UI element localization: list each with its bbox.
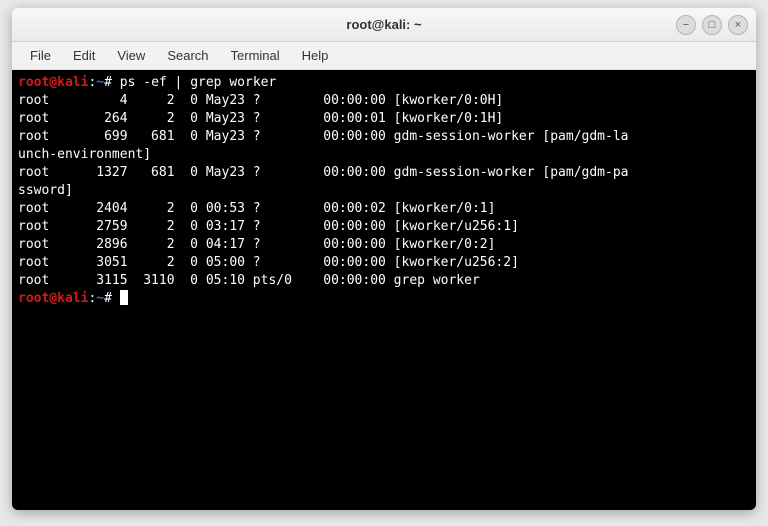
prompt-user: root@kali [18, 291, 88, 306]
menu-view[interactable]: View [107, 44, 155, 67]
output-line: root 4 2 0 May23 ? 00:00:00 [kworker/0:0… [18, 93, 503, 108]
menu-help[interactable]: Help [292, 44, 339, 67]
minimize-button[interactable]: − [676, 15, 696, 35]
maximize-button[interactable]: □ [702, 15, 722, 35]
output-line: root 2896 2 0 04:17 ? 00:00:00 [kworker/… [18, 237, 495, 252]
output-line: root 3115 3110 0 05:10 pts/0 00:00:00 gr… [18, 273, 480, 288]
close-button[interactable]: × [728, 15, 748, 35]
prompt-user: root@kali [18, 75, 88, 90]
menu-edit[interactable]: Edit [63, 44, 105, 67]
output-line: root 1327 681 0 May23 ? 00:00:00 gdm-ses… [18, 165, 628, 180]
prompt-path: ~ [96, 75, 104, 90]
output-line: root 699 681 0 May23 ? 00:00:00 gdm-sess… [18, 129, 628, 144]
cursor-icon [120, 290, 128, 305]
output-line: root 3051 2 0 05:00 ? 00:00:00 [kworker/… [18, 255, 519, 270]
command-text [112, 291, 120, 306]
output-line: root 2404 2 0 00:53 ? 00:00:02 [kworker/… [18, 201, 495, 216]
menu-terminal[interactable]: Terminal [221, 44, 290, 67]
window-controls: − □ × [676, 15, 748, 35]
prompt-hash: # [104, 75, 112, 90]
prompt-hash: # [104, 291, 112, 306]
command-text: ps -ef | grep worker [112, 75, 276, 90]
output-line: ssword] [18, 183, 73, 198]
window-title: root@kali: ~ [346, 17, 421, 32]
terminal-content[interactable]: root@kali:~# ps -ef | grep worker root 4… [12, 70, 756, 510]
menubar: File Edit View Search Terminal Help [12, 42, 756, 70]
prompt-path: ~ [96, 291, 104, 306]
output-line: unch-environment] [18, 147, 151, 162]
output-line: root 264 2 0 May23 ? 00:00:01 [kworker/0… [18, 111, 503, 126]
menu-file[interactable]: File [20, 44, 61, 67]
menu-search[interactable]: Search [157, 44, 218, 67]
output-line: root 2759 2 0 03:17 ? 00:00:00 [kworker/… [18, 219, 519, 234]
titlebar: root@kali: ~ − □ × [12, 8, 756, 42]
terminal-window: root@kali: ~ − □ × File Edit View Search… [12, 8, 756, 510]
